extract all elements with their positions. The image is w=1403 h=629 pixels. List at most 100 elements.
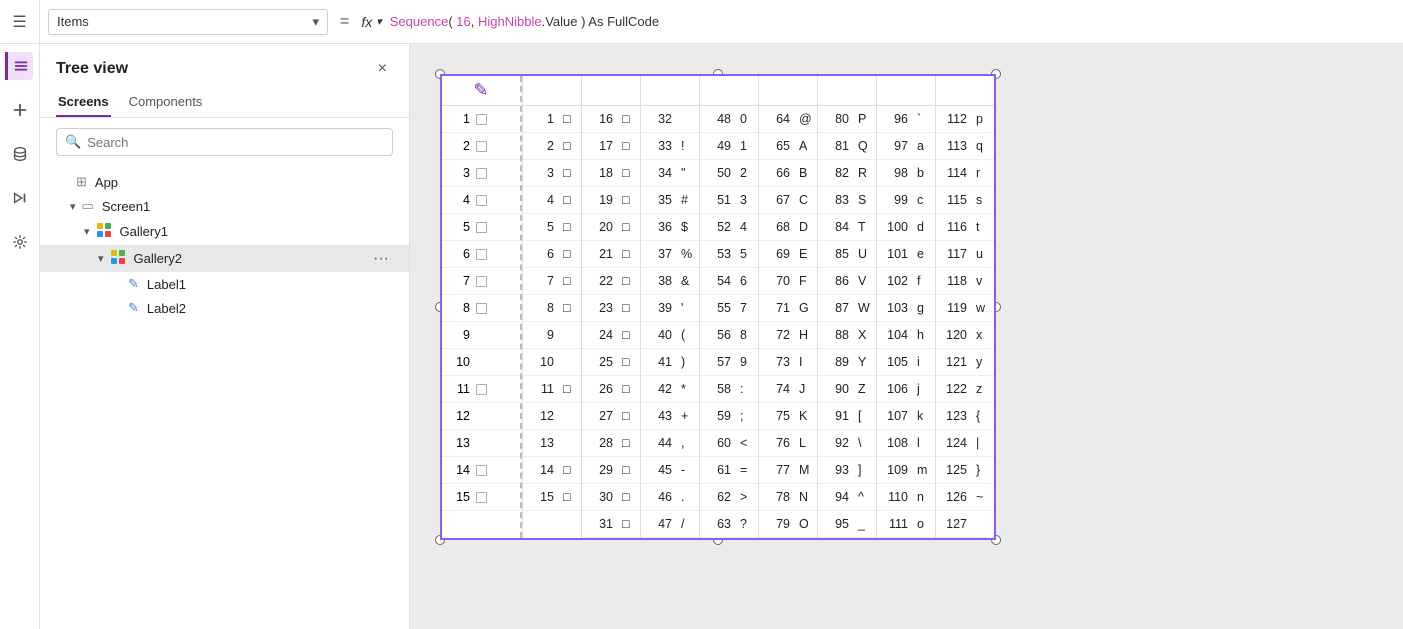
ascii-num: 15 [523,490,559,504]
ascii-char: □ [559,382,581,396]
ascii-char: m [913,463,935,477]
ascii-row: 22□ [582,268,640,295]
ascii-row: 67C [759,187,817,214]
ascii-num: 78 [759,490,795,504]
checkbox-3 [476,168,487,179]
ascii-num: 32 [641,112,677,126]
ascii-char: □ [618,301,640,315]
ascii-row: 113q [936,133,994,160]
ascii-char: □ [618,166,640,180]
ascii-row: 79O [759,511,817,538]
ascii-char: \ [854,436,876,450]
ascii-num: 25 [582,355,618,369]
ascii-num: 105 [877,355,913,369]
ascii-char: Y [854,355,876,369]
ascii-char: F [795,274,817,288]
ascii-row: 32 [641,106,699,133]
ascii-num: 124 [936,436,972,450]
icon-bar-data[interactable] [6,140,34,168]
icon-bar-media[interactable] [6,184,34,212]
ascii-num: 64 [759,112,795,126]
icon-bar-layers[interactable] [5,52,33,80]
items-dropdown[interactable]: Items ▾ [48,9,328,35]
ascii-row: 6□ [523,241,581,268]
ascii-row: 118v [936,268,994,295]
ascii-row: 116t [936,214,994,241]
formula-display: Sequence( 16, HighNibble.Value ) As Full… [390,14,659,29]
ascii-char: I [795,355,817,369]
ascii-row: 34" [641,160,699,187]
tab-screens[interactable]: Screens [56,88,111,117]
ascii-row: 24□ [582,322,640,349]
ascii-num: 76 [759,436,795,450]
ascii-row: 20□ [582,214,640,241]
tree-item-gallery2[interactable]: ▾ Gallery2 ··· [40,245,409,272]
tree-close-button[interactable]: × [372,58,393,80]
ascii-num: 45 [641,463,677,477]
gallery-col-row-12: 12 [442,403,520,430]
icon-bar-plus[interactable] [6,96,34,124]
ascii-row: 63? [700,511,758,538]
ascii-col-0: 1□2□3□4□5□6□7□8□91011□121314□15□ [522,76,581,538]
ascii-num: 18 [582,166,618,180]
gallery2-options-button[interactable]: ··· [369,250,393,268]
ascii-num: 52 [700,220,736,234]
ascii-num: 121 [936,355,972,369]
ascii-col-header-4 [759,76,817,106]
ascii-row: 59; [700,403,758,430]
tree-item-gallery1[interactable]: ▾ Gallery1 [40,218,409,245]
ascii-char: 5 [736,247,758,261]
tree-item-label1[interactable]: ✎ Label1 [40,272,409,296]
gallery-col-row-10: 10 [442,349,520,376]
ascii-col-1: 16□17□18□19□20□21□22□23□24□25□26□27□28□2… [581,76,640,538]
ascii-num: 22 [582,274,618,288]
ascii-char: t [972,220,994,234]
ascii-num: 4 [523,193,559,207]
ascii-row: 111o [877,511,935,538]
search-icon: 🔍 [65,134,81,150]
ascii-num: 46 [641,490,677,504]
ascii-num: 68 [759,220,795,234]
ascii-row: 18□ [582,160,640,187]
ascii-num: 65 [759,139,795,153]
ascii-row: 30□ [582,484,640,511]
ascii-char: T [854,220,876,234]
tree-item-screen1[interactable]: ▾ ▭ Screen1 [40,194,409,218]
icon-bar-settings[interactable] [6,228,34,256]
gallery-col-row-14: 14 [442,457,520,484]
ascii-char: r [972,166,994,180]
ascii-num: 69 [759,247,795,261]
tree-item-app[interactable]: ⊞ App [40,170,409,194]
ascii-num: 94 [818,490,854,504]
ascii-num: 5 [523,220,559,234]
ascii-num: 28 [582,436,618,450]
dropdown-arrow-icon: ▾ [312,14,319,30]
gallery-col-row-9: 9 [442,322,520,349]
search-input[interactable] [87,135,384,150]
ascii-row: 58: [700,376,758,403]
ascii-char: □ [618,517,640,531]
ascii-row: 91[ [818,403,876,430]
ascii-char: } [972,463,994,477]
ascii-num: 39 [641,301,677,315]
ascii-num: 93 [818,463,854,477]
fx-button[interactable]: fx ▾ [361,14,381,30]
tab-components[interactable]: Components [127,88,205,117]
ascii-row: 10 [523,349,581,376]
tree-item-label2[interactable]: ✎ Label2 [40,296,409,320]
ascii-char: = [736,463,758,477]
ascii-num: 122 [936,382,972,396]
ascii-row: 90Z [818,376,876,403]
ascii-num: 14 [523,463,559,477]
ascii-num: 54 [700,274,736,288]
ascii-col-4: 64@65A66B67C68D69E70F71G72H73I74J75K76L7… [758,76,817,538]
chevron-screen1-icon: ▾ [70,200,76,213]
ascii-char: - [677,463,699,477]
ascii-num: 123 [936,409,972,423]
ascii-row: 80P [818,106,876,133]
ascii-char: 4 [736,220,758,234]
ascii-char: z [972,382,994,396]
ascii-char: □ [618,247,640,261]
fx-label: fx [361,14,372,30]
ascii-char: ; [736,409,758,423]
